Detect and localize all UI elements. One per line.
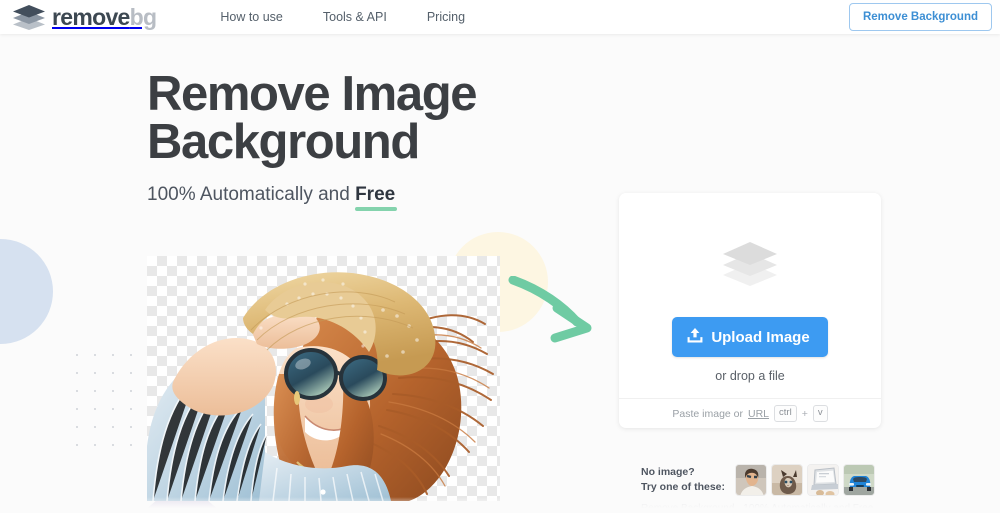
paste-url-link[interactable]: URL <box>748 408 769 420</box>
page-title: Remove Image Background <box>147 70 1000 166</box>
footer-cut-text: Remove Background · 100% Automatically a… <box>641 503 873 513</box>
layers-icon <box>719 239 781 292</box>
upload-card: Upload Image or drop a file Paste image … <box>619 193 881 428</box>
headline-line-1: Remove Image <box>147 67 476 121</box>
sample-label-line-1: No image? <box>641 465 725 480</box>
sample-thumbnail-cat[interactable] <box>771 464 803 496</box>
sample-thumbnail-laptop[interactable] <box>807 464 839 496</box>
decorative-dot-grid <box>68 346 144 452</box>
sample-thumbnail-woman[interactable] <box>735 464 767 496</box>
layers-icon <box>12 4 46 30</box>
subtitle-emphasis: Free <box>355 184 395 207</box>
logo-text-secondary: bg <box>130 4 157 30</box>
curved-arrow-icon <box>505 276 600 351</box>
sample-thumbnails <box>735 464 875 496</box>
key-plus: + <box>802 408 808 420</box>
key-v: v <box>813 405 828 421</box>
site-header: removebg How to use Tools & API Pricing … <box>0 0 1000 34</box>
drop-file-text: or drop a file <box>715 369 784 383</box>
nav-item-pricing[interactable]: Pricing <box>407 10 485 24</box>
sample-images-label: No image? Try one of these: <box>641 465 725 495</box>
hero-section: Remove Image Background 100% Automatical… <box>0 34 1000 206</box>
subtitle-prefix: 100% Automatically and <box>147 184 355 205</box>
upload-image-button-label: Upload Image <box>711 329 809 346</box>
logo-link[interactable]: removebg <box>12 4 156 30</box>
headline-line-2: Background <box>147 115 419 169</box>
key-ctrl: ctrl <box>774 405 797 421</box>
sample-label-line-2: Try one of these: <box>641 480 725 495</box>
paste-hint-bar: Paste image or URL ctrl + v <box>619 398 881 428</box>
main-navigation: How to use Tools & API Pricing <box>200 10 485 24</box>
upload-image-button[interactable]: Upload Image <box>672 317 827 357</box>
sample-thumbnail-car[interactable] <box>843 464 875 496</box>
paste-hint-text: Paste image or <box>672 408 743 420</box>
upload-icon <box>687 327 703 347</box>
decorative-blue-circle <box>0 239 53 344</box>
remove-background-button[interactable]: Remove Background <box>849 3 992 31</box>
logo-text-primary: remove <box>52 4 130 30</box>
nav-item-how-to-use[interactable]: How to use <box>200 10 303 24</box>
sample-images-section: No image? Try one of these: <box>641 464 875 496</box>
nav-item-tools-api[interactable]: Tools & API <box>303 10 407 24</box>
hero-sample-image <box>147 256 500 501</box>
